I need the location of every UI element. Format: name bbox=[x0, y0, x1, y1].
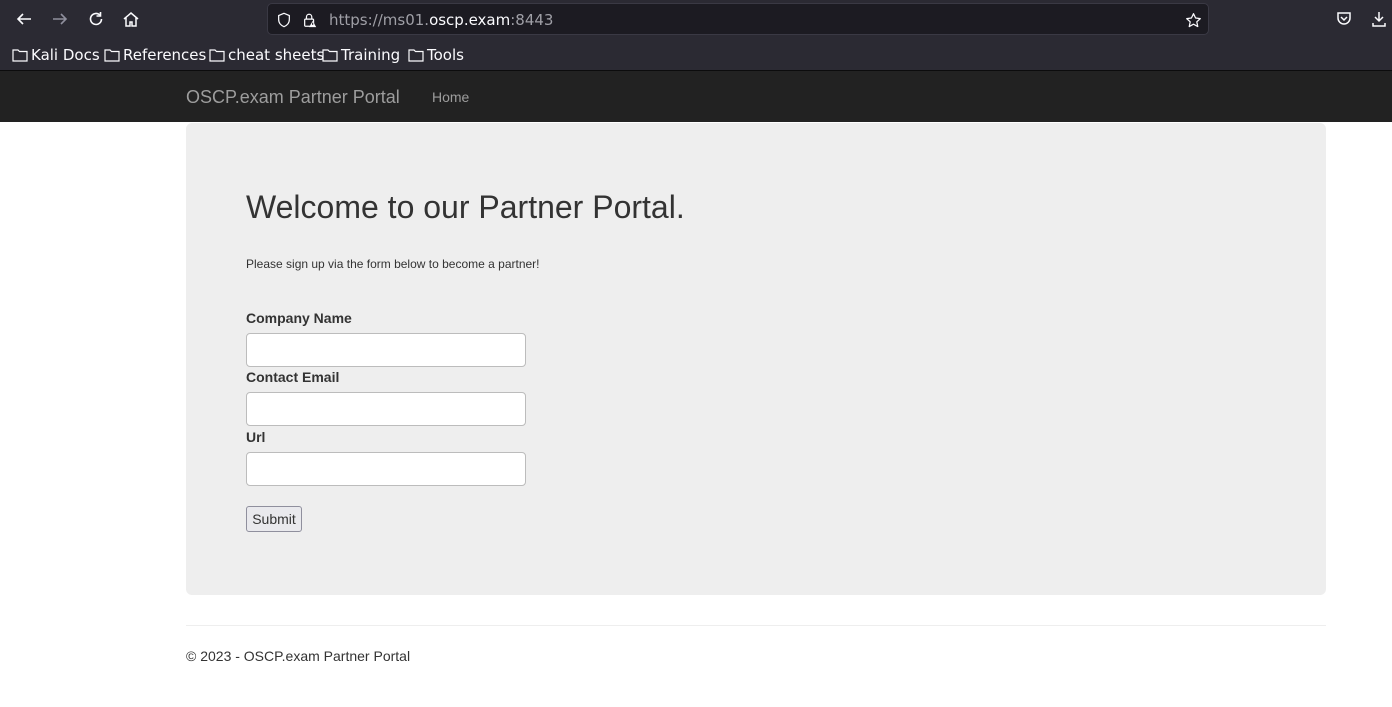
page-lead: Please sign up via the form below to bec… bbox=[246, 257, 540, 271]
submit-button[interactable]: Submit bbox=[246, 506, 302, 532]
insecure-lock-icon[interactable] bbox=[301, 11, 319, 29]
footer-copyright: © 2023 - OSCP.exam Partner Portal bbox=[186, 648, 411, 664]
bookmark-tools[interactable]: Tools bbox=[408, 46, 464, 64]
shield-icon[interactable] bbox=[275, 11, 293, 29]
bookmark-kali-docs[interactable]: Kali Docs bbox=[12, 46, 100, 64]
folder-icon bbox=[12, 49, 28, 62]
home-icon[interactable] bbox=[118, 6, 144, 32]
signup-panel: Welcome to our Partner Portal. Please si… bbox=[186, 123, 1326, 595]
nav-link-home[interactable]: Home bbox=[432, 89, 469, 105]
url-label: Url bbox=[246, 429, 266, 445]
forward-arrow-icon[interactable] bbox=[47, 6, 73, 32]
pocket-icon[interactable] bbox=[1331, 6, 1357, 32]
footer-divider bbox=[186, 625, 1326, 626]
bookmarks-toolbar: Kali Docs References cheat sheets Traini… bbox=[0, 38, 1392, 71]
reload-icon[interactable] bbox=[83, 6, 109, 32]
url-input[interactable] bbox=[246, 452, 526, 486]
bookmark-training[interactable]: Training bbox=[322, 46, 400, 64]
folder-icon bbox=[322, 49, 338, 62]
company-name-label: Company Name bbox=[246, 310, 352, 326]
bookmark-references[interactable]: References bbox=[104, 46, 206, 64]
contact-email-input[interactable] bbox=[246, 392, 526, 426]
downloads-icon[interactable] bbox=[1366, 6, 1392, 32]
folder-icon bbox=[209, 49, 225, 62]
url-text[interactable]: https://ms01.oscp.exam:8443 bbox=[329, 11, 553, 29]
company-name-input[interactable] bbox=[246, 333, 526, 367]
navbar-brand[interactable]: OSCP.exam Partner Portal bbox=[186, 87, 400, 108]
page-title: Welcome to our Partner Portal. bbox=[246, 189, 685, 225]
bookmark-star-icon[interactable] bbox=[1184, 11, 1202, 29]
folder-icon bbox=[104, 49, 120, 62]
address-bar[interactable]: https://ms01.oscp.exam:8443 bbox=[267, 3, 1209, 35]
browser-toolbar: https://ms01.oscp.exam:8443 bbox=[0, 0, 1392, 38]
contact-email-label: Contact Email bbox=[246, 369, 340, 385]
site-navbar: OSCP.exam Partner Portal Home bbox=[0, 71, 1392, 122]
bookmark-cheat-sheets[interactable]: cheat sheets bbox=[209, 46, 324, 64]
back-arrow-icon[interactable] bbox=[11, 6, 37, 32]
folder-icon bbox=[408, 49, 424, 62]
